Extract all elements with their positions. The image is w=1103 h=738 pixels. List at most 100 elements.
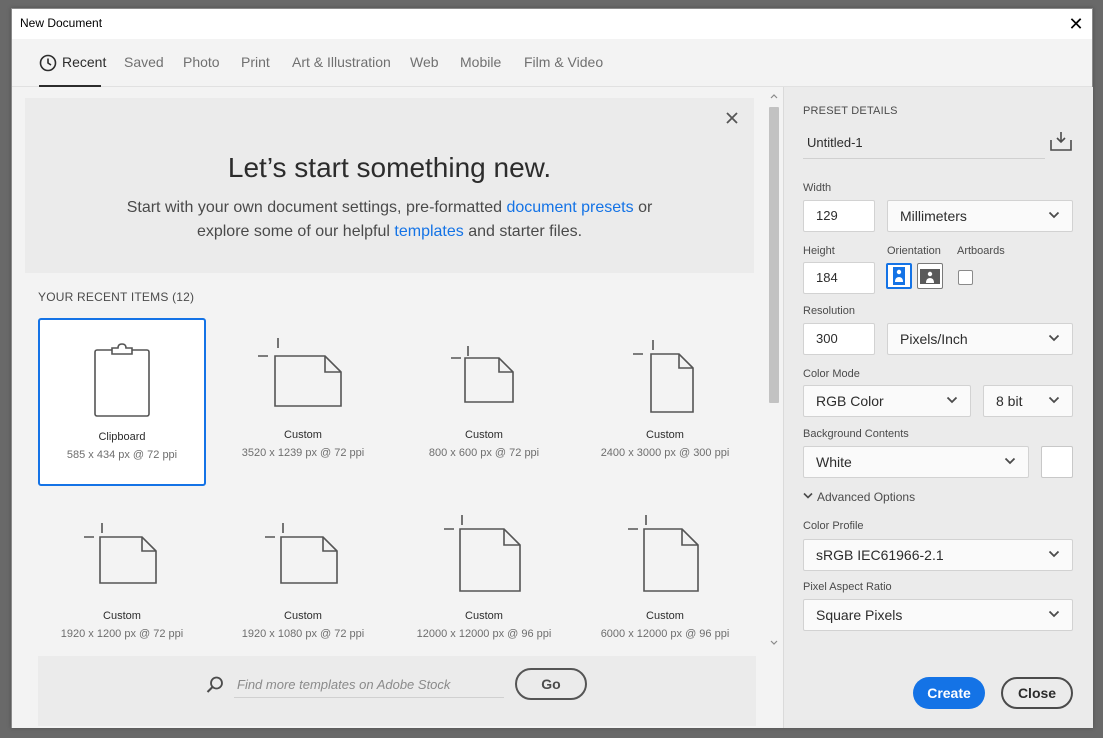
- tab-film-video[interactable]: Film & Video: [524, 39, 603, 87]
- tab-photo[interactable]: Photo: [183, 39, 220, 87]
- chevron-down-icon: [1048, 334, 1060, 342]
- banner-text: and starter files.: [463, 223, 583, 240]
- recent-item-card[interactable]: Custom 6000 x 12000 px @ 96 ppi: [581, 499, 749, 667]
- square-document-icon: [444, 515, 521, 592]
- tab-mobile[interactable]: Mobile: [460, 39, 501, 87]
- document-presets-link[interactable]: document presets: [506, 199, 633, 216]
- item-dimensions: 585 x 434 px @ 72 ppi: [66, 449, 178, 461]
- scroll-down-icon[interactable]: [770, 640, 778, 646]
- color-profile-dropdown[interactable]: sRGB IEC61966-2.1: [803, 539, 1073, 571]
- recent-item-card[interactable]: Custom 1920 x 1080 px @ 72 ppi: [219, 499, 387, 667]
- pixel-aspect-ratio-dropdown[interactable]: Square Pixels: [803, 599, 1073, 631]
- orientation-label: Orientation: [887, 245, 941, 257]
- portrait-document-icon: [633, 340, 694, 413]
- artboards-label: Artboards: [957, 245, 1005, 257]
- tab-recent[interactable]: Recent: [39, 39, 106, 87]
- chevron-down-icon: [1048, 211, 1060, 219]
- chevron-down-icon: [1004, 457, 1016, 465]
- height-input[interactable]: 184: [803, 262, 875, 294]
- portrait-icon: [893, 267, 905, 285]
- recent-item-card[interactable]: Custom 1920 x 1200 px @ 72 ppi: [38, 499, 206, 667]
- close-button[interactable]: Close: [1001, 677, 1073, 709]
- new-document-dialog: New Document ✕ Recent Saved Photo Print …: [11, 8, 1093, 728]
- chevron-down-icon: [1048, 396, 1060, 404]
- item-name: Clipboard: [98, 431, 146, 443]
- color-mode-dropdown[interactable]: RGB Color: [803, 385, 971, 417]
- banner-text: Start with your own document settings, p…: [126, 199, 507, 216]
- templates-link[interactable]: templates: [394, 223, 463, 240]
- resolution-unit-dropdown[interactable]: Pixels/Inch: [887, 323, 1073, 355]
- landscape-orientation-button[interactable]: [917, 263, 943, 289]
- advanced-options-label: Advanced Options: [817, 490, 916, 504]
- banner-text-line-2: explore some of our helpful templates an…: [25, 223, 754, 241]
- item-name: Custom: [465, 610, 503, 622]
- scroll-up-icon[interactable]: [770, 93, 778, 99]
- category-tabs: Recent Saved Photo Print Art & Illustrat…: [12, 39, 1092, 87]
- recent-item-card[interactable]: Custom 2400 x 3000 px @ 300 ppi: [581, 318, 749, 486]
- heading-text: YOUR RECENT ITEMS: [38, 290, 169, 304]
- search-icon: [206, 676, 223, 693]
- preset-details-panel: PRESET DETAILS Untitled-1 Width 129 Mill…: [783, 87, 1093, 728]
- recent-item-card[interactable]: Custom 800 x 600 px @ 72 ppi: [400, 318, 568, 486]
- pixel-aspect-ratio-label: Pixel Aspect Ratio: [803, 581, 892, 593]
- landscape-document-icon: [451, 346, 514, 403]
- recent-items-heading: YOUR RECENT ITEMS (12): [38, 290, 194, 304]
- create-button[interactable]: Create: [913, 677, 985, 709]
- banner-text: explore some of our helpful: [196, 223, 395, 240]
- recent-item-card[interactable]: Custom 12000 x 12000 px @ 96 ppi: [400, 499, 568, 667]
- recent-panel: Let’s start something new. Start with yo…: [12, 87, 783, 728]
- bit-depth-dropdown[interactable]: 8 bit: [983, 385, 1073, 417]
- width-input[interactable]: 129: [803, 200, 875, 232]
- recent-item-card[interactable]: Custom 3520 x 1239 px @ 72 ppi: [219, 318, 387, 486]
- tab-art-illustration[interactable]: Art & Illustration: [292, 39, 391, 87]
- item-dimensions: 3520 x 1239 px @ 72 ppi: [241, 447, 365, 459]
- color-mode-label: Color Mode: [803, 368, 860, 380]
- recent-items-count: (12): [172, 290, 195, 304]
- welcome-banner: Let’s start something new. Start with yo…: [25, 98, 754, 273]
- tab-label: Recent: [62, 54, 107, 70]
- width-unit-dropdown[interactable]: Millimeters: [887, 200, 1073, 232]
- artboards-checkbox[interactable]: [958, 270, 973, 285]
- preset-name-field[interactable]: Untitled-1: [803, 127, 1045, 159]
- resolution-input[interactable]: 300: [803, 323, 875, 355]
- chevron-down-icon: [1048, 550, 1060, 558]
- scrollbar-thumb[interactable]: [769, 107, 779, 403]
- tab-saved[interactable]: Saved: [124, 39, 164, 87]
- dropdown-value: 8 bit: [996, 393, 1023, 409]
- close-icon[interactable]: ✕: [1064, 12, 1088, 36]
- item-name: Custom: [646, 610, 684, 622]
- landscape-icon: [920, 269, 940, 284]
- dropdown-value: Square Pixels: [816, 607, 903, 623]
- go-button[interactable]: Go: [515, 668, 587, 700]
- dropdown-value: Millimeters: [900, 208, 967, 224]
- banner-title: Let’s start something new.: [227, 152, 552, 183]
- dropdown-value: sRGB IEC61966-2.1: [816, 547, 944, 563]
- height-label: Height: [803, 245, 835, 257]
- item-dimensions: 6000 x 12000 px @ 96 ppi: [600, 628, 730, 640]
- stock-search-bar: Go: [38, 656, 756, 726]
- tab-web[interactable]: Web: [410, 39, 439, 87]
- stock-search-input[interactable]: [234, 672, 504, 698]
- color-profile-label: Color Profile: [803, 520, 864, 532]
- tab-print[interactable]: Print: [241, 39, 270, 87]
- background-contents-dropdown[interactable]: White: [803, 446, 1029, 478]
- item-name: Custom: [103, 610, 141, 622]
- dropdown-value: Pixels/Inch: [900, 331, 968, 347]
- portrait-document-icon: [628, 515, 699, 592]
- recent-item-card[interactable]: Clipboard 585 x 434 px @ 72 ppi: [38, 318, 206, 486]
- clipboard-icon: [94, 343, 150, 417]
- item-dimensions: 12000 x 12000 px @ 96 ppi: [416, 628, 552, 640]
- window-title: New Document: [20, 16, 103, 30]
- title-bar: New Document ✕: [12, 9, 1092, 39]
- preset-details-heading: PRESET DETAILS: [803, 105, 898, 117]
- scrollbar[interactable]: [767, 91, 781, 651]
- portrait-orientation-button[interactable]: [886, 263, 912, 289]
- item-dimensions: 2400 x 3000 px @ 300 ppi: [600, 447, 730, 459]
- item-dimensions: 800 x 600 px @ 72 ppi: [428, 447, 540, 459]
- background-color-swatch[interactable]: [1041, 446, 1073, 478]
- save-preset-icon[interactable]: [1050, 131, 1072, 151]
- item-dimensions: 1920 x 1080 px @ 72 ppi: [241, 628, 365, 640]
- close-icon[interactable]: [724, 110, 740, 126]
- banner-text: or: [633, 199, 653, 216]
- width-label: Width: [803, 182, 832, 194]
